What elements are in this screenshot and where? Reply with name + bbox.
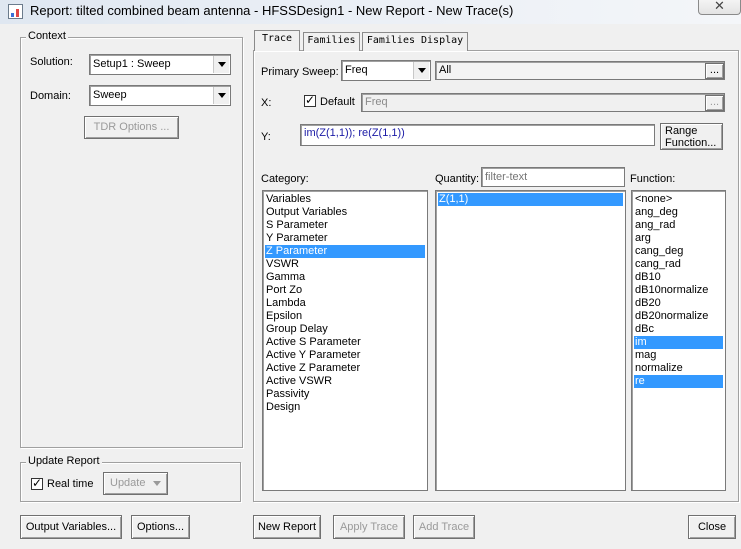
function-item[interactable]: ang_rad: [634, 219, 723, 232]
x-label: X:: [261, 97, 272, 109]
category-item[interactable]: Y Parameter: [265, 232, 425, 245]
window-close-button[interactable]: ✕: [698, 0, 741, 15]
apply-trace-button[interactable]: Apply Trace: [333, 515, 405, 539]
x-default-label: Default: [320, 96, 355, 108]
range-function-line2: Function...: [665, 137, 717, 149]
category-item[interactable]: Port Zo: [265, 284, 425, 297]
new-report-button[interactable]: New Report: [253, 515, 321, 539]
x-field[interactable]: Freq: [361, 93, 725, 112]
function-item[interactable]: normalize: [634, 362, 723, 375]
sweep-range-value: All: [439, 64, 452, 76]
category-item[interactable]: Z Parameter: [265, 245, 425, 258]
category-item[interactable]: Passivity: [265, 388, 425, 401]
primary-sweep-label: Primary Sweep:: [261, 66, 339, 78]
function-label: Function:: [630, 173, 676, 185]
primary-sweep-value: Freq: [345, 64, 368, 76]
category-label: Category:: [261, 173, 309, 185]
category-item[interactable]: Variables: [265, 193, 425, 206]
context-legend: Context: [26, 30, 68, 42]
x-ellipsis-button[interactable]: ...: [705, 95, 724, 111]
window-title: Report: tilted combined beam antenna - H…: [30, 3, 514, 18]
category-item[interactable]: Design: [265, 401, 425, 414]
category-item[interactable]: VSWR: [265, 258, 425, 271]
quantity-item[interactable]: Z(1,1): [438, 193, 623, 206]
category-item[interactable]: Epsilon: [265, 310, 425, 323]
function-item[interactable]: dB20normalize: [634, 310, 723, 323]
sweep-range-field[interactable]: All: [435, 61, 725, 80]
function-item[interactable]: cang_rad: [634, 258, 723, 271]
category-item[interactable]: Active Y Parameter: [265, 349, 425, 362]
category-item[interactable]: Gamma: [265, 271, 425, 284]
function-item[interactable]: re: [634, 375, 723, 388]
category-list[interactable]: Variables Output Variables S Parameter Y Pa…: [262, 190, 428, 491]
category-item[interactable]: Active VSWR: [265, 375, 425, 388]
y-expression-value: im(Z(1,1)); re(Z(1,1)): [304, 127, 405, 139]
report-icon: [8, 4, 23, 19]
function-item[interactable]: dB10normalize: [634, 284, 723, 297]
quantity-filter-input[interactable]: [481, 167, 625, 187]
tab-families-display[interactable]: Families Display: [362, 32, 468, 51]
solution-label: Solution:: [30, 56, 73, 68]
function-item[interactable]: im: [634, 336, 723, 349]
sweep-range-ellipsis-button[interactable]: ...: [705, 63, 724, 79]
solution-select[interactable]: Setup1 : Sweep: [89, 54, 231, 75]
function-item[interactable]: cang_deg: [634, 245, 723, 258]
tab-families[interactable]: Families: [303, 32, 360, 51]
quantity-label: Quantity:: [435, 173, 480, 185]
update-button[interactable]: Update: [103, 472, 168, 495]
domain-label: Domain:: [30, 90, 71, 102]
domain-select[interactable]: Sweep: [89, 85, 231, 106]
function-item[interactable]: dB20: [634, 297, 723, 310]
chevron-down-icon: [213, 56, 229, 73]
function-item[interactable]: mag: [634, 349, 723, 362]
range-function-line1: Range: [665, 125, 698, 137]
function-item[interactable]: dBc: [634, 323, 723, 336]
update-report-legend: Update Report: [26, 455, 102, 467]
output-variables-button[interactable]: Output Variables...: [20, 515, 122, 539]
function-item[interactable]: arg: [634, 232, 723, 245]
y-label: Y:: [261, 131, 271, 143]
function-list[interactable]: <none> ang_deg ang_rad arg cang_deg cang_rad d…: [631, 190, 726, 491]
close-button[interactable]: Close: [688, 515, 736, 539]
category-item[interactable]: Lambda: [265, 297, 425, 310]
quantity-list[interactable]: Z(1,1): [435, 190, 626, 491]
range-function-button[interactable]: Range Function...: [660, 123, 723, 150]
chevron-down-icon: [153, 481, 161, 486]
options-button[interactable]: Options...: [131, 515, 190, 539]
tdr-options-button[interactable]: TDR Options ...: [84, 116, 179, 139]
category-item[interactable]: Active Z Parameter: [265, 362, 425, 375]
update-button-label: Update: [110, 477, 146, 489]
x-value: Freq: [365, 96, 388, 108]
category-item[interactable]: Group Delay: [265, 323, 425, 336]
realtime-label: Real time: [47, 478, 94, 490]
y-expression-field[interactable]: im(Z(1,1)); re(Z(1,1)): [300, 124, 655, 146]
function-item[interactable]: dB10: [634, 271, 723, 284]
add-trace-button[interactable]: Add Trace: [413, 515, 475, 539]
chevron-down-icon: [213, 87, 229, 104]
x-default-checkbox[interactable]: [304, 93, 316, 107]
function-item[interactable]: ang_deg: [634, 206, 723, 219]
function-item[interactable]: <none>: [634, 193, 723, 206]
category-item[interactable]: Active S Parameter: [265, 336, 425, 349]
tab-trace[interactable]: Trace: [254, 30, 300, 51]
domain-value: Sweep: [93, 89, 127, 101]
category-item[interactable]: Output Variables: [265, 206, 425, 219]
realtime-checkbox[interactable]: [31, 476, 43, 490]
solution-value: Setup1 : Sweep: [93, 58, 171, 70]
chevron-down-icon: [413, 62, 429, 79]
category-item[interactable]: S Parameter: [265, 219, 425, 232]
primary-sweep-select[interactable]: Freq: [341, 60, 431, 81]
